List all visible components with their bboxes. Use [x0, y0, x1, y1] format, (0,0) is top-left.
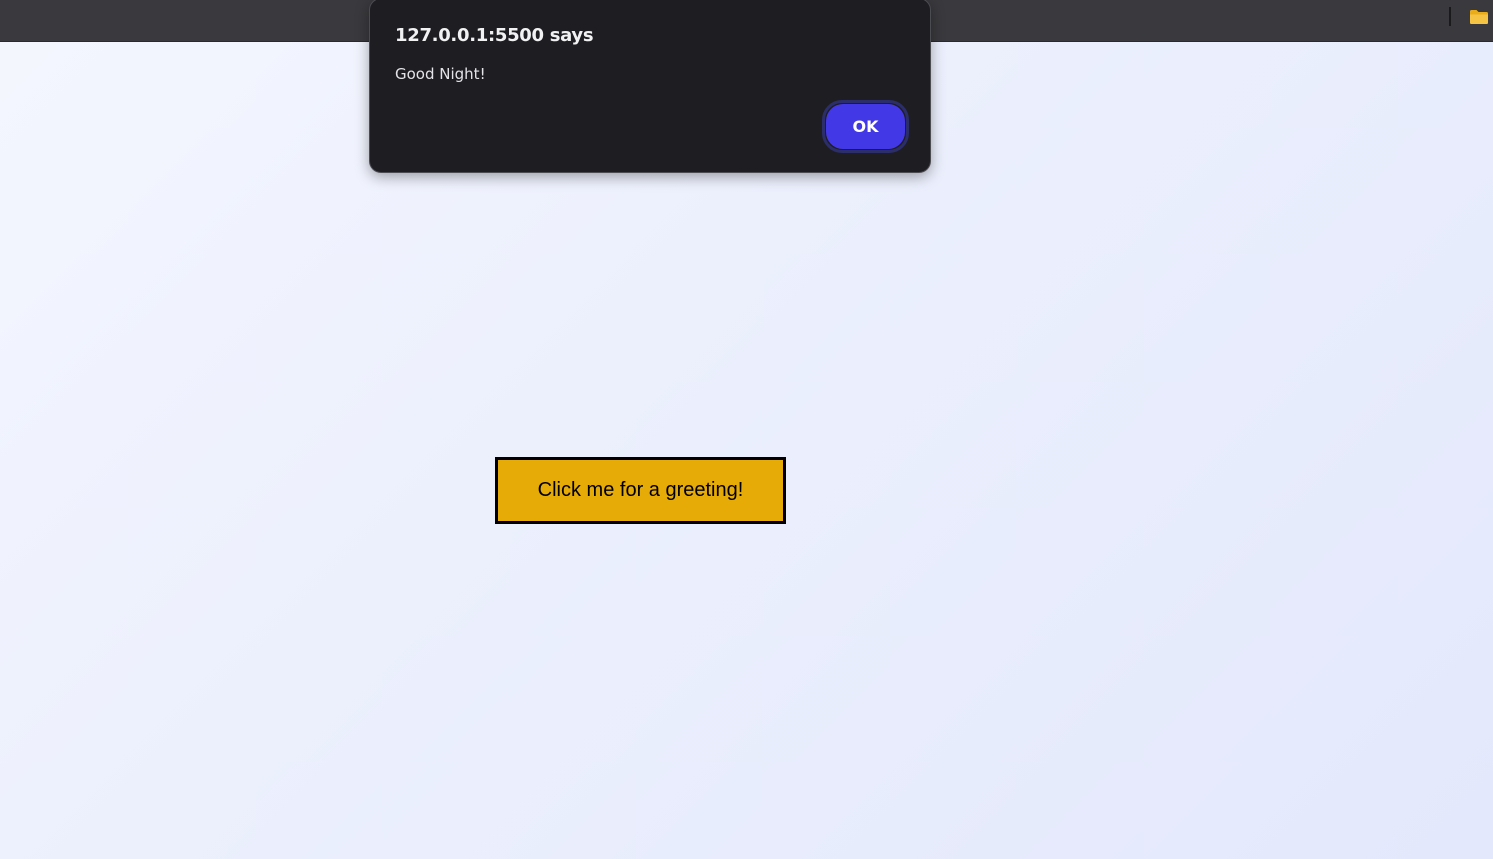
dialog-message: Good Night!: [395, 65, 486, 83]
ok-button[interactable]: OK: [826, 104, 905, 149]
dialog-title: 127.0.0.1:5500 says: [395, 25, 594, 46]
folder-icon[interactable]: [1469, 9, 1489, 25]
greeting-button[interactable]: Click me for a greeting!: [495, 457, 786, 524]
alert-dialog: 127.0.0.1:5500 says Good Night! OK: [369, 0, 931, 173]
toolbar-divider: [1449, 7, 1451, 26]
